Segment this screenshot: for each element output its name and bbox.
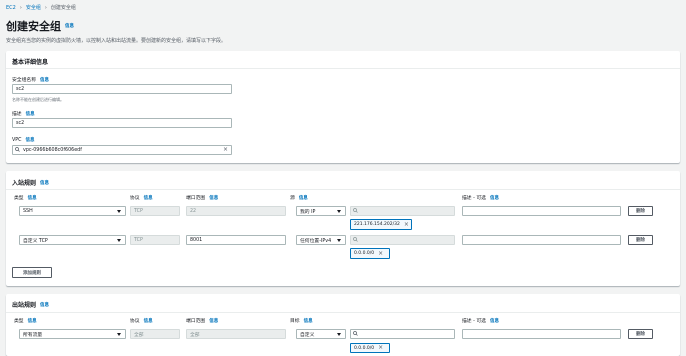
vpc-select[interactable]: vpc-0966b608c0f606edf × <box>12 145 232 155</box>
delete-rule-button[interactable]: 删除 <box>628 235 653 245</box>
vpc-value: vpc-0966b608c0f606edf <box>23 147 82 153</box>
rule-source-select[interactable]: 任何位置-IPv4 <box>296 235 346 245</box>
source-token: 0.0.0.0/0 × <box>350 248 390 259</box>
outbound-rules-panel: 出站规则 信息 类型 信息 协议 信息 端口范围 信息 目标 信息 描述 - 可选 信息 … <box>6 294 680 356</box>
page-description: 安全组充当您的实例的虚拟防火墙，以控制入站和出站流量。要创建新的安全组，请填写以… <box>6 38 227 44</box>
col-desc-header: 描述 - 可选 信息 <box>462 318 499 325</box>
rule-protocol-field: TCP <box>130 235 180 245</box>
chevron-right-icon: › <box>19 4 22 11</box>
close-icon[interactable]: × <box>404 221 409 228</box>
col-source-header: 源信息 <box>290 195 308 202</box>
col-protocol-header: 协议 信息 <box>130 195 153 202</box>
breadcrumb-security-groups[interactable]: 安全组 <box>26 4 41 11</box>
breadcrumb-ec2[interactable]: EC2 <box>6 5 16 11</box>
add-rule-button[interactable]: 添加规则 <box>12 267 52 278</box>
rule-port-field: 全部 <box>186 329 286 339</box>
rule-source-search[interactable] <box>350 206 455 216</box>
sg-name-label: 安全组名称 <box>12 78 36 83</box>
rule-port-input[interactable]: 8001 <box>186 235 286 245</box>
col-port-header: 端口范围 信息 <box>186 195 219 202</box>
page-title: 创建安全组 <box>6 20 61 33</box>
divider <box>6 68 680 69</box>
source-token-value: 221.176.154.202/32 <box>354 222 400 227</box>
close-icon[interactable]: × <box>378 250 383 257</box>
info-link[interactable]: 信息 <box>40 180 49 186</box>
search-icon <box>353 236 358 244</box>
inbound-rules-panel: 入站规则 信息 类型 信息 协议 信息 端口范围 信息 源信息 描述 - 可选 信息 S… <box>6 171 680 286</box>
col-type-header: 类型 信息 <box>14 195 37 202</box>
close-icon[interactable]: × <box>378 345 383 351</box>
rule-type-select[interactable]: 自定义 TCP <box>19 235 126 245</box>
col-desc-header: 描述 - 可选 信息 <box>462 195 499 202</box>
rule-type-select[interactable]: 所有流量 <box>19 329 126 339</box>
col-dest-header: 目标 信息 <box>290 318 313 325</box>
info-link[interactable]: 信息 <box>65 23 74 29</box>
rule-dest-select[interactable]: 自定义 <box>296 329 346 339</box>
search-icon <box>353 207 358 215</box>
page-title-row: 创建安全组 信息 <box>6 18 74 34</box>
breadcrumb: EC2 › 安全组 › 创建安全组 <box>6 4 76 12</box>
delete-rule-button[interactable]: 删除 <box>628 206 653 216</box>
basic-details-panel: 基本详细信息 安全组名称 信息 sc2 名称不能在创建后进行编辑。 描述 信息 … <box>6 51 680 163</box>
divider <box>6 189 680 190</box>
close-icon[interactable]: × <box>223 147 228 153</box>
chevron-right-icon: › <box>44 4 47 11</box>
rule-port-field: 22 <box>186 206 286 216</box>
source-token-value: 0.0.0.0/0 <box>354 251 375 256</box>
info-link[interactable]: 信息 <box>26 137 35 143</box>
rule-source-select[interactable]: 我的 IP <box>296 206 346 216</box>
rule-dest-search[interactable] <box>350 329 455 339</box>
vpc-label: VPC <box>12 137 22 143</box>
vpc-label-row: VPC 信息 <box>12 137 35 144</box>
search-icon <box>15 146 20 154</box>
info-link[interactable]: 信息 <box>26 111 35 117</box>
dest-token: 0.0.0.0/0 × <box>350 343 390 353</box>
rule-type-select[interactable]: SSH <box>19 206 126 216</box>
breadcrumb-current: 创建安全组 <box>50 5 76 11</box>
inbound-heading: 入站规则 <box>12 180 37 187</box>
col-protocol-header: 协议 信息 <box>130 318 153 325</box>
rule-description-input[interactable] <box>462 206 621 216</box>
description-input[interactable]: sc2 <box>12 118 232 128</box>
source-token: 221.176.154.202/32 × <box>350 219 412 230</box>
outbound-heading: 出站规则 <box>12 302 37 309</box>
sg-name-hint: 名称不能在创建后进行编辑。 <box>12 97 64 102</box>
info-link[interactable]: 信息 <box>40 77 49 83</box>
sg-name-input[interactable]: sc2 <box>12 84 232 94</box>
sg-name-label-row: 安全组名称 信息 <box>12 76 49 84</box>
divider <box>6 312 680 313</box>
info-link[interactable]: 信息 <box>40 302 49 308</box>
outbound-heading-row: 出站规则 信息 <box>12 300 49 309</box>
search-icon <box>353 330 358 338</box>
rule-protocol-field: TCP <box>130 206 180 216</box>
rule-description-input[interactable] <box>462 329 621 339</box>
col-type-header: 类型 信息 <box>14 318 37 325</box>
dest-token-value: 0.0.0.0/0 <box>354 345 375 351</box>
inbound-heading-row: 入站规则 信息 <box>12 178 49 187</box>
col-port-header: 端口范围 信息 <box>186 318 219 325</box>
description-label: 描述 <box>12 112 22 117</box>
rule-source-search[interactable] <box>350 235 455 245</box>
rule-description-input[interactable] <box>462 235 621 245</box>
description-label-row: 描述 信息 <box>12 110 35 118</box>
rule-protocol-field: 全部 <box>130 329 180 339</box>
delete-rule-button[interactable]: 删除 <box>628 329 653 339</box>
basic-details-heading: 基本详细信息 <box>12 59 49 66</box>
